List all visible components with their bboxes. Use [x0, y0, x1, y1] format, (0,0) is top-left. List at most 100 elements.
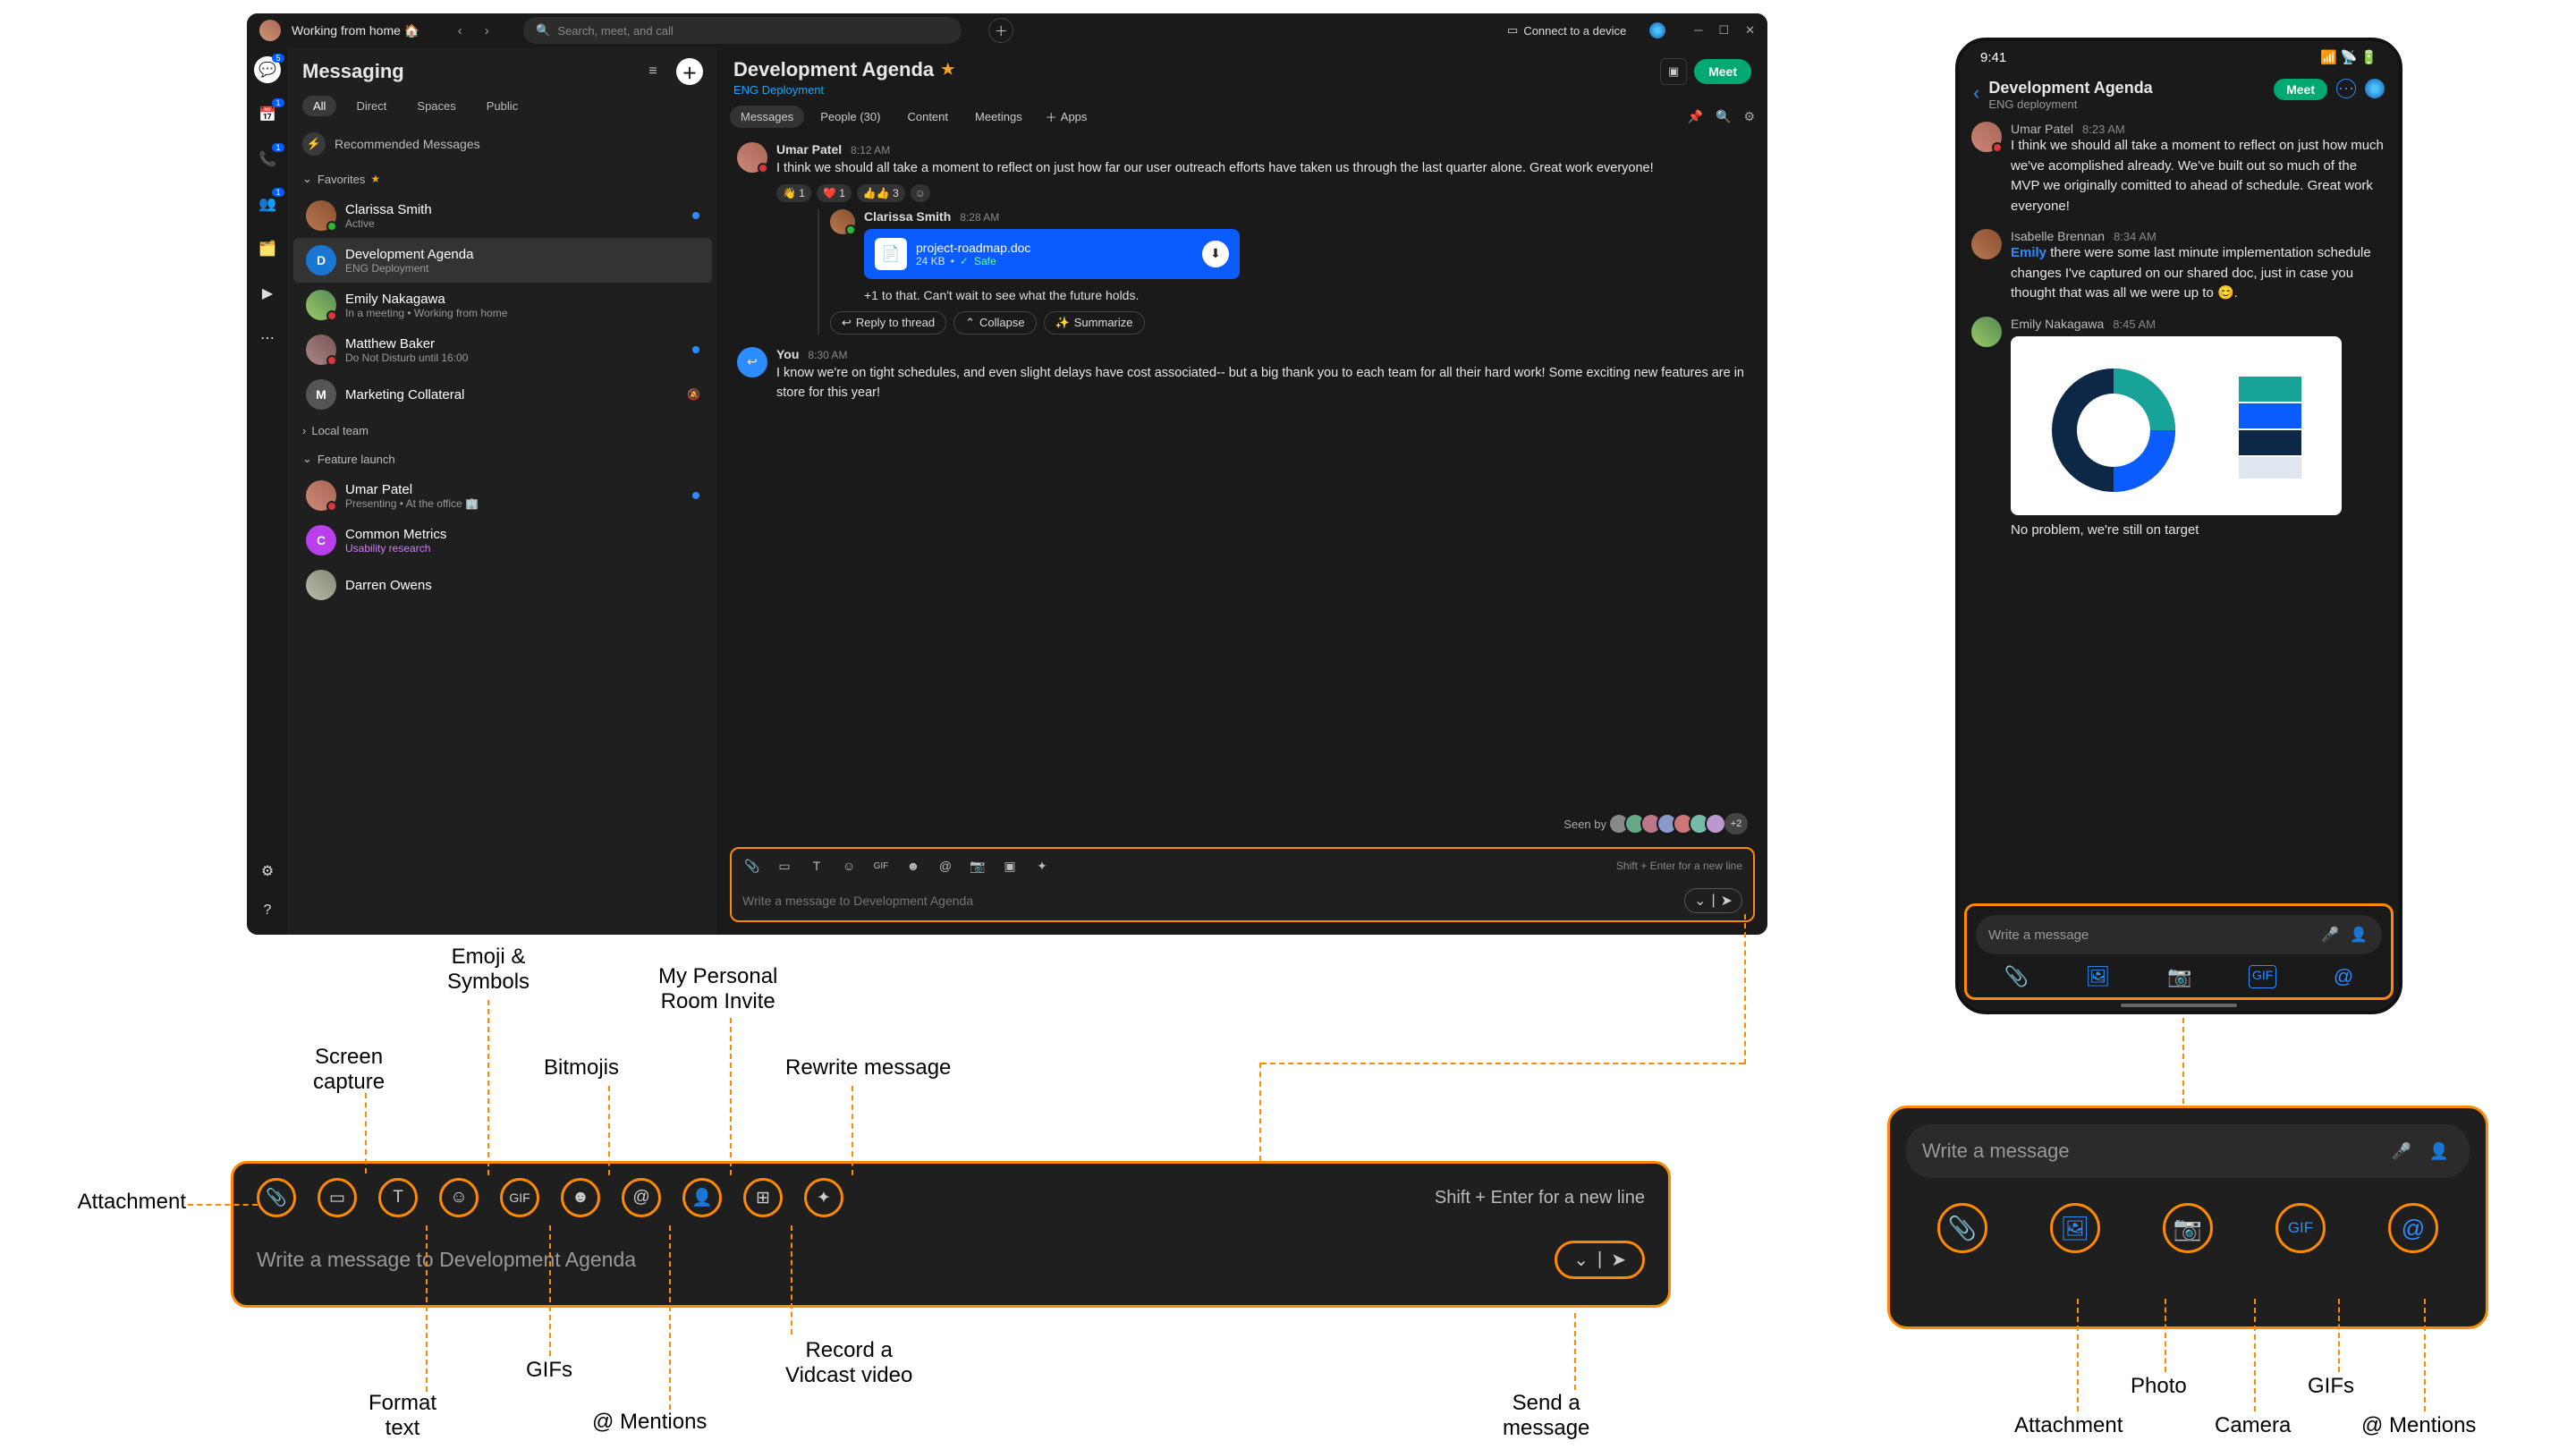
send-button[interactable]: ⌄|➤: [1684, 888, 1742, 913]
send-button[interactable]: ⌄|➤: [1555, 1241, 1645, 1279]
rail-settings-icon[interactable]: ⚙: [254, 858, 281, 885]
vidcast-icon[interactable]: ▣: [1000, 856, 1020, 876]
add-reaction-icon[interactable]: ☺: [911, 184, 930, 202]
back-icon[interactable]: ‹: [1973, 79, 1979, 105]
forward-arrow-icon[interactable]: ›: [477, 21, 496, 40]
conv-darren[interactable]: Darren Owens: [293, 563, 712, 607]
reaction-pill[interactable]: ❤️ 1: [817, 184, 852, 202]
chart-image[interactable]: [2011, 336, 2342, 515]
attachment-icon[interactable]: 📎: [2004, 965, 2029, 988]
collapse-button[interactable]: ⌃Collapse: [953, 311, 1037, 335]
search-input[interactable]: 🔍 Search, meet, and call: [523, 17, 962, 44]
filter-public[interactable]: Public: [476, 96, 529, 116]
mention-icon[interactable]: @: [2388, 1203, 2438, 1253]
people-icon[interactable]: 👤: [2348, 924, 2369, 945]
view-icon[interactable]: ▣: [1660, 58, 1687, 85]
compose-new-icon[interactable]: ＋: [676, 58, 703, 85]
attachment-icon[interactable]: 📎: [742, 856, 762, 876]
conv-clarissa[interactable]: Clarissa Smith Active: [293, 193, 712, 238]
rail-phone-icon[interactable]: 📞1: [254, 146, 281, 173]
back-arrow-icon[interactable]: ‹: [450, 21, 470, 40]
screen-capture-icon[interactable]: ▭: [318, 1178, 357, 1217]
mention-icon[interactable]: @: [2334, 965, 2353, 988]
format-text-icon[interactable]: T: [378, 1178, 418, 1217]
rail-more-icon[interactable]: ⋯: [254, 325, 281, 352]
personal-room-icon[interactable]: 👤: [682, 1178, 722, 1217]
conv-dev-agenda[interactable]: D Development Agenda ENG Deployment: [293, 238, 712, 283]
attachment-icon[interactable]: 📎: [257, 1178, 296, 1217]
seen-more[interactable]: +2: [1724, 813, 1748, 835]
pin-icon[interactable]: 📌: [1688, 109, 1703, 124]
filter-direct[interactable]: Direct: [345, 96, 397, 116]
reaction-pill[interactable]: 👋 1: [776, 184, 811, 202]
emoji-icon[interactable]: ☺: [839, 856, 859, 876]
mobile-meet-button[interactable]: Meet: [2274, 79, 2327, 100]
favorite-star-icon[interactable]: ★: [941, 61, 954, 79]
bitmoji-icon[interactable]: ☻: [561, 1178, 600, 1217]
camera-icon[interactable]: 📷: [2167, 965, 2191, 988]
screen-capture-icon[interactable]: ▭: [775, 856, 794, 876]
mic-icon[interactable]: 🎤: [2387, 1137, 2416, 1165]
search-tab-icon[interactable]: 🔍: [1716, 109, 1731, 124]
rewrite-icon[interactable]: ✦: [1032, 856, 1052, 876]
conv-emily[interactable]: Emily Nakagawa In a meeting • Working fr…: [293, 283, 712, 327]
chat-subtitle[interactable]: ENG Deployment: [733, 83, 1660, 97]
people-icon[interactable]: 👤: [2425, 1137, 2453, 1165]
photo-icon[interactable]: 🖼: [2086, 965, 2111, 988]
photo-icon[interactable]: 🖼: [2050, 1203, 2100, 1253]
close-icon[interactable]: ✕: [1745, 23, 1755, 38]
rail-help-icon[interactable]: ?: [254, 897, 281, 924]
camera-icon[interactable]: 📷: [2163, 1203, 2213, 1253]
emoji-icon[interactable]: ☺: [439, 1178, 479, 1217]
rail-teams-icon[interactable]: 👥1: [254, 191, 281, 217]
tab-people[interactable]: People (30): [809, 106, 891, 128]
tab-content[interactable]: Content: [896, 106, 959, 128]
conv-marketing[interactable]: M Marketing Collateral 🔕: [293, 372, 712, 417]
bitmoji-icon[interactable]: ☻: [903, 856, 923, 876]
recommended-messages[interactable]: ⚡ Recommended Messages: [288, 123, 717, 165]
reaction-pill[interactable]: 👍👍 3: [857, 184, 905, 202]
rail-vidcast-icon[interactable]: ▶: [254, 280, 281, 307]
format-text-icon[interactable]: T: [807, 856, 826, 876]
settings-tab-icon[interactable]: ⚙: [1743, 109, 1755, 124]
user-status[interactable]: Working from home 🏠: [292, 23, 419, 38]
section-local[interactable]: › Local team: [288, 417, 717, 445]
assistant-icon[interactable]: [2365, 79, 2385, 98]
section-feature[interactable]: ⌄ Feature launch: [288, 445, 717, 473]
conv-common-metrics[interactable]: C Common Metrics Usability research: [293, 518, 712, 563]
mobile-compose-input[interactable]: Write a message 🎤 👤: [1976, 915, 2382, 954]
connect-device[interactable]: ▭ Connect to a device: [1507, 23, 1626, 38]
download-icon[interactable]: ⬇: [1202, 241, 1229, 267]
vidcast-icon[interactable]: ⊞: [743, 1178, 783, 1217]
rewrite-icon[interactable]: ✦: [804, 1178, 843, 1217]
personal-room-icon[interactable]: 📷: [968, 856, 987, 876]
attachment-icon[interactable]: 📎: [1937, 1203, 1987, 1253]
compose-input[interactable]: [742, 894, 1684, 908]
mic-icon[interactable]: 🎤: [2319, 924, 2341, 945]
tab-apps[interactable]: ＋Apps: [1046, 108, 1088, 125]
compose-input[interactable]: Write a message to Development Agenda: [257, 1248, 1555, 1272]
more-icon[interactable]: ⋯: [2336, 79, 2356, 98]
minimize-icon[interactable]: ─: [1694, 23, 1702, 38]
compose-input-large[interactable]: Write a message 🎤 👤: [1906, 1124, 2470, 1178]
file-attachment[interactable]: 📄 project-roadmap.doc 24 KB• ✓ Safe: [864, 229, 1240, 279]
tab-messages[interactable]: Messages: [730, 106, 804, 128]
rail-chat-icon[interactable]: 💬5: [254, 56, 281, 83]
filter-spaces[interactable]: Spaces: [406, 96, 466, 116]
meet-button[interactable]: Meet: [1694, 59, 1751, 84]
gif-icon[interactable]: GIF: [2249, 965, 2276, 988]
rail-calendar-icon[interactable]: 📅1: [254, 101, 281, 128]
reply-thread-button[interactable]: ↩Reply to thread: [830, 311, 946, 335]
section-favorites[interactable]: ⌄ Favorites ★: [288, 165, 717, 193]
filter-icon[interactable]: ≡: [640, 59, 665, 84]
plus-button[interactable]: ＋: [988, 18, 1013, 43]
gif-icon[interactable]: GIF: [2275, 1203, 2326, 1253]
gif-icon[interactable]: GIF: [500, 1178, 539, 1217]
conv-matthew[interactable]: Matthew Baker Do Not Disturb until 16:00: [293, 327, 712, 372]
user-avatar[interactable]: [259, 20, 281, 41]
maximize-icon[interactable]: ☐: [1718, 23, 1729, 38]
conv-umar[interactable]: Umar Patel Presenting • At the office 🏢: [293, 473, 712, 518]
filter-all[interactable]: All: [302, 96, 336, 116]
tab-meetings[interactable]: Meetings: [964, 106, 1033, 128]
assistant-icon[interactable]: [1649, 22, 1665, 38]
